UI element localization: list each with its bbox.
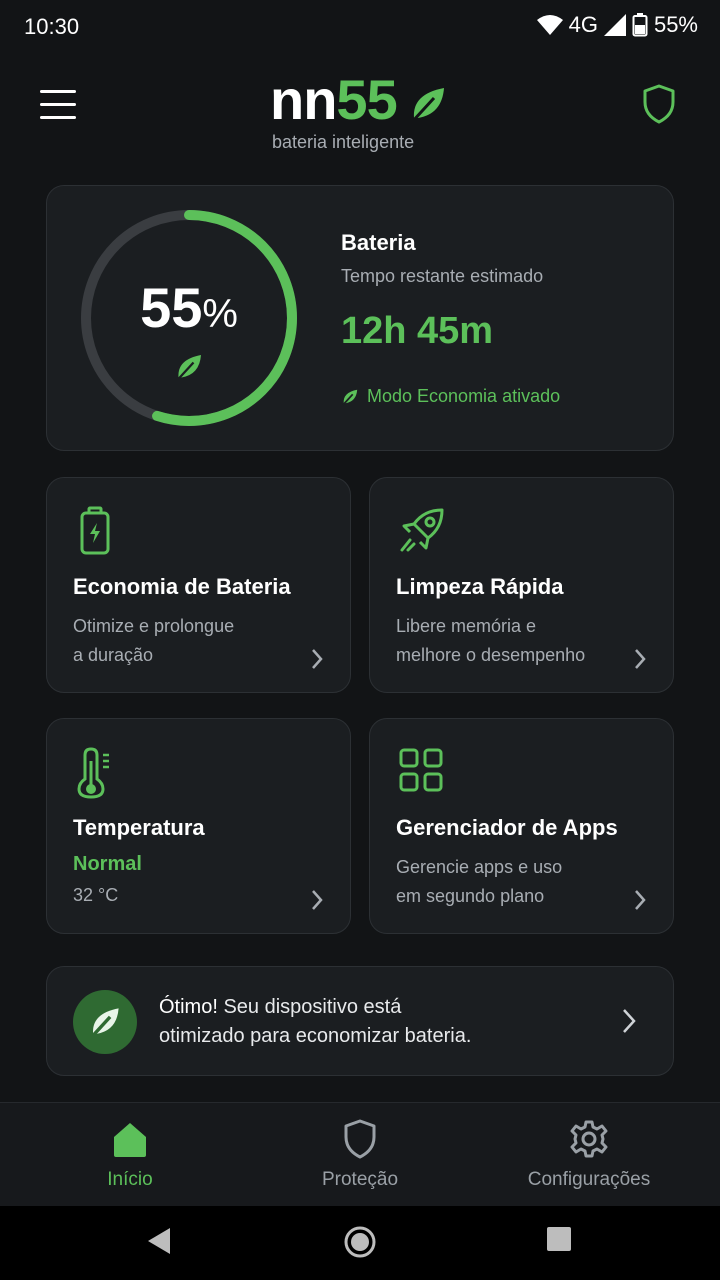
- app-manager-tile[interactable]: Gerenciador de Apps Gerencie apps e uso e…: [369, 718, 674, 934]
- tile-title: Economia de Bateria: [73, 574, 291, 599]
- nav-label: Início: [107, 1169, 153, 1190]
- back-icon[interactable]: [146, 1226, 172, 1256]
- tile-description: Gerencie apps e uso em segundo plano: [396, 853, 636, 911]
- tile-description: Otimize e prolongue a duração: [73, 612, 313, 670]
- battery-title: Bateria: [341, 230, 416, 255]
- logo-part2: 55: [336, 68, 397, 131]
- logo-tagline: bateria inteligente: [272, 132, 415, 152]
- battery-saver-tile[interactable]: Economia de Bateria Otimize e prolongue a…: [46, 477, 351, 693]
- hamburger-icon-bar: [40, 102, 76, 106]
- nav-label: Proteção: [321, 1169, 399, 1190]
- tile-title: Gerenciador de Apps: [396, 815, 618, 840]
- leaf-icon: [410, 88, 444, 124]
- economy-mode-status: Modo Economia ativado: [341, 386, 560, 407]
- shield-icon: [344, 1119, 376, 1159]
- optimization-highlight: Ótimo!: [159, 996, 218, 1018]
- nav-item-settings[interactable]: Configurações: [469, 1103, 709, 1207]
- logo-part1: nn: [270, 68, 337, 131]
- temperature-status: Normal: [73, 853, 142, 875]
- chevron-right-icon: [312, 890, 323, 910]
- rocket-icon: [400, 508, 444, 552]
- quick-clean-tile[interactable]: Limpeza Rápida Libere memória e melhore o…: [369, 477, 674, 693]
- network-type: 4G: [568, 12, 598, 37]
- thermometer-icon: [77, 747, 109, 799]
- battery-percentage: 55%: [79, 278, 299, 344]
- chevron-right-icon: [635, 649, 646, 669]
- tile-description: Libere memória e melhore o desempenho: [396, 612, 636, 670]
- home-icon: [114, 1123, 146, 1157]
- leaf-icon: [90, 1008, 119, 1039]
- optimization-line1: Seu dispositivo está: [217, 996, 402, 1018]
- leaf-icon: [342, 389, 358, 406]
- battery-percent-status: 55%: [653, 12, 698, 37]
- apps-grid-icon: [399, 748, 443, 792]
- tile-desc-line1: Gerencie apps e uso: [396, 857, 563, 877]
- menu-button[interactable]: [40, 82, 88, 126]
- optimization-banner[interactable]: Ótimo! Seu dispositivo está otimizado par…: [46, 966, 674, 1076]
- battery-level-number: 55: [140, 276, 203, 339]
- battery-gauge: 55%: [79, 208, 299, 428]
- hamburger-icon: [40, 89, 76, 93]
- system-navigation-bar: [0, 1206, 720, 1280]
- tile-desc-line1: Libere memória e: [396, 616, 537, 636]
- nav-item-home[interactable]: Início: [10, 1103, 250, 1207]
- chevron-right-icon: [635, 890, 646, 910]
- status-icons: 4G 55%: [536, 12, 698, 38]
- tile-title: Limpeza Rápida: [396, 574, 564, 599]
- signal-icon: [603, 14, 626, 36]
- battery-status-icon: [632, 13, 648, 37]
- tile-desc-line2: em segundo plano: [396, 886, 545, 906]
- time-remaining: 12h 45m: [341, 310, 494, 352]
- tile-desc-line2: a duração: [73, 645, 154, 665]
- battery-card[interactable]: 55% Bateria Tempo restante estimado 12h …: [46, 185, 674, 451]
- home-circle-icon[interactable]: [344, 1226, 376, 1258]
- temperature-tile[interactable]: Temperatura Normal 32 °C: [46, 718, 351, 934]
- tile-title: Temperatura: [73, 815, 205, 840]
- recents-icon[interactable]: [546, 1226, 572, 1252]
- status-bar: 10:30 4G 55%: [0, 0, 720, 54]
- leaf-icon: [176, 355, 201, 382]
- status-time: 10:30: [24, 14, 80, 39]
- nav-item-protection[interactable]: Proteção: [240, 1103, 480, 1207]
- economy-mode-label: Modo Economia ativado: [367, 386, 561, 406]
- chevron-right-icon: [623, 1009, 636, 1033]
- optimization-message: Ótimo! Seu dispositivo está otimizado par…: [159, 993, 471, 1051]
- wifi-icon: [536, 15, 563, 35]
- bottom-navigation: Início Proteção Configurações: [0, 1102, 720, 1207]
- tile-desc-line1: Otimize e prolongue: [73, 616, 235, 636]
- hamburger-icon-bar: [40, 115, 76, 119]
- shield-icon[interactable]: [642, 84, 676, 124]
- battery-subtitle: Tempo restante estimado: [341, 266, 544, 286]
- gear-icon: [570, 1120, 608, 1158]
- nav-label: Configurações: [527, 1169, 651, 1190]
- optimized-badge: [73, 990, 137, 1054]
- temperature-value: 32 °C: [73, 885, 119, 905]
- app-logo: nn55 bateria inteligente: [270, 68, 470, 152]
- logo-wordmark: nn55: [270, 68, 398, 131]
- battery-level-symbol: %: [202, 292, 238, 336]
- optimization-line2: otimizado para economizar bateria.: [159, 1025, 472, 1047]
- tile-desc-line2: melhore o desempenho: [396, 645, 586, 665]
- app-header: nn55 bateria inteligente: [0, 60, 720, 160]
- chevron-right-icon: [312, 649, 323, 669]
- battery-charge-icon: [80, 506, 110, 555]
